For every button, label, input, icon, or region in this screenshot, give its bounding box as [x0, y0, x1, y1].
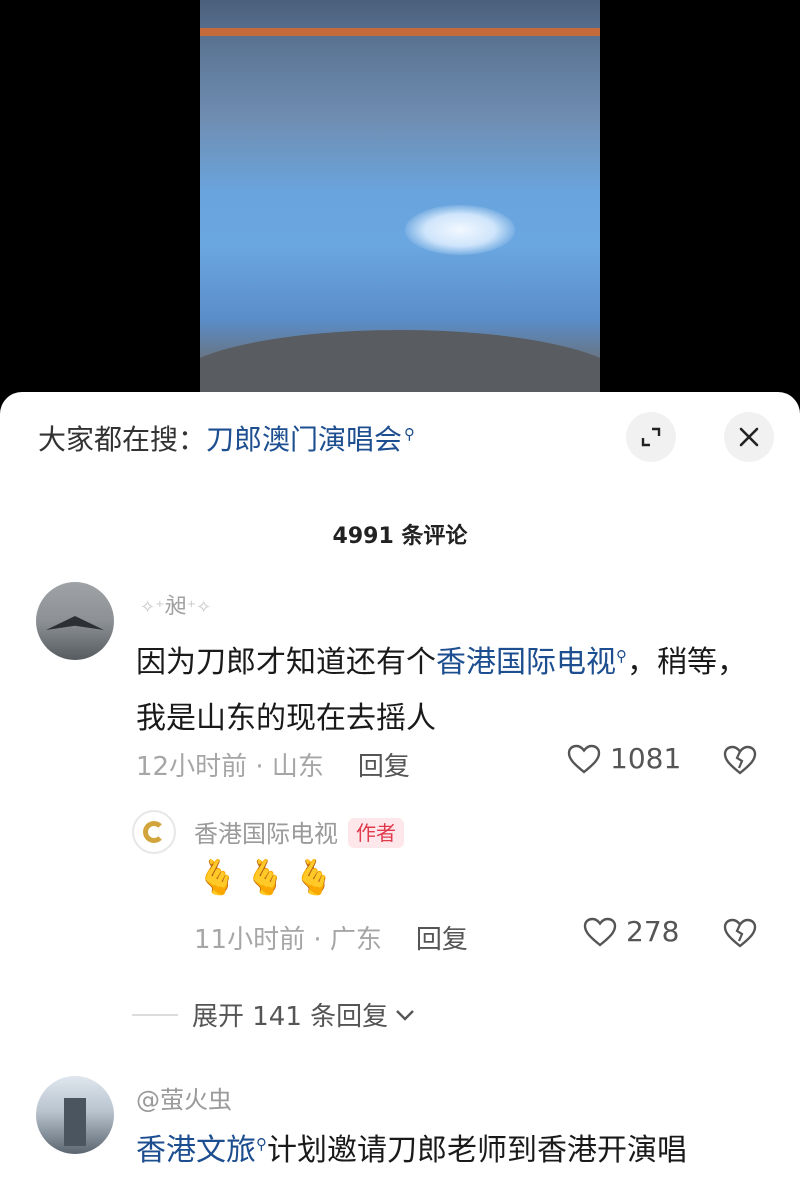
comment-link[interactable]: 香港国际电视: [436, 645, 616, 680]
avatar[interactable]: [36, 582, 114, 660]
comment-username[interactable]: ✧⁺昶⁺✧: [140, 588, 211, 620]
dislike-button[interactable]: [722, 917, 758, 953]
reply-location: 广东: [329, 925, 382, 955]
heartbreak-icon: [723, 918, 757, 948]
comment-username[interactable]: @萤火虫: [136, 1080, 232, 1115]
sparkle-icon: ✧⁺: [140, 597, 165, 618]
expand-label: 展开 141 条回复: [192, 1002, 389, 1032]
search-glyph-icon: ⚲: [616, 647, 627, 665]
reply-time: 11小时前: [194, 925, 306, 955]
dislike-button[interactable]: [722, 744, 758, 780]
video-bowl: [200, 330, 600, 400]
comment-count: 4991 条评论: [332, 524, 468, 549]
comment-text: 因为刀郎才知道还有个香港国际电视⚲，稍等，我是山东的现在去摇人: [136, 645, 747, 736]
comment-text: 香港文旅⚲计划邀请刀郎老师到香港开演唱: [136, 1133, 687, 1168]
video-player[interactable]: [0, 0, 800, 400]
like-button[interactable]: 278: [582, 915, 679, 948]
comment-location: 山东: [271, 752, 324, 782]
like-count: 278: [626, 915, 680, 948]
divider: [132, 1013, 178, 1016]
comment-meta: 12小时前 · 山东 回复: [136, 752, 410, 782]
search-glyph-icon: ⚲: [256, 1135, 267, 1153]
expand-button[interactable]: [626, 412, 676, 462]
video-stripe: [200, 28, 600, 36]
reply-emoji: 🫰🫰🫰: [196, 858, 342, 898]
reply-button[interactable]: 回复: [358, 752, 410, 782]
sparkle-icon: ⁺✧: [186, 597, 212, 618]
comment-time: 12小时前: [136, 752, 248, 782]
heart-icon: [567, 744, 601, 774]
expand-icon: [641, 427, 661, 447]
video-glare: [405, 205, 515, 255]
reply-username[interactable]: 香港国际电视 作者: [194, 814, 404, 849]
search-glyph-icon: ⚲: [404, 424, 416, 443]
like-count: 1081: [610, 742, 682, 775]
search-prefix: 大家都在搜：: [38, 423, 207, 456]
comment-sheet: 大家都在搜：刀郎澳门演唱会 ⚲ 4991 条评论 ✧⁺昶⁺✧ 因为刀郎才知道还有个…: [0, 392, 800, 1180]
heart-icon: [583, 917, 617, 947]
close-button[interactable]: [724, 412, 774, 462]
like-button[interactable]: 1081: [566, 742, 681, 775]
logo-icon: [143, 821, 165, 843]
reply-meta: 11小时前 · 广东 回复: [194, 925, 468, 955]
reply-button[interactable]: 回复: [416, 925, 468, 955]
author-badge: 作者: [348, 818, 404, 848]
chevron-down-icon: [396, 1009, 415, 1021]
search-suggestion[interactable]: 大家都在搜：刀郎澳门演唱会 ⚲: [38, 418, 415, 458]
author-avatar[interactable]: [132, 810, 176, 854]
heartbreak-icon: [723, 745, 757, 775]
close-icon: [739, 427, 759, 447]
expand-replies-button[interactable]: 展开 141 条回复: [132, 996, 416, 1033]
tower-image: [64, 1098, 86, 1146]
plane-image: [46, 616, 104, 630]
video-frame[interactable]: [200, 0, 600, 400]
search-term-link[interactable]: 刀郎澳门演唱会: [206, 423, 402, 456]
comment-link[interactable]: 香港文旅: [136, 1133, 256, 1168]
avatar[interactable]: [36, 1076, 114, 1154]
